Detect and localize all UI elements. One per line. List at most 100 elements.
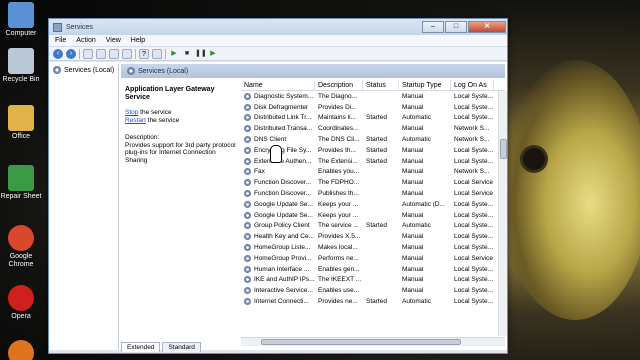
service-description-cell: Makes local... [318,244,358,252]
horizontal-scrollbar[interactable] [241,337,505,346]
help-icon[interactable]: ? [139,48,149,59]
toolbar-separator [135,48,136,59]
table-row[interactable]: Google Update Se... Keeps your ... Automat… [241,199,505,210]
refresh-icon[interactable] [109,48,119,59]
service-startup-cell: Manual [402,211,424,219]
horizontal-scroll-thumb[interactable] [261,339,461,345]
service-description-cell: Provides X.5... [318,233,361,241]
wallpaper-duck-eye [523,148,545,170]
service-startup-cell: Manual [402,179,424,187]
column-header-log-on-as[interactable]: Log On As [451,80,494,90]
service-logon-cell: Local Syste... [454,244,494,252]
minimize-button[interactable]: – [422,21,444,33]
desktop-icon-office[interactable]: Office [0,105,42,141]
service-startup-cell: Manual [402,146,424,154]
stop-service-link[interactable]: Stop [125,109,138,116]
service-startup-cell: Automatic [402,222,431,230]
console-icon[interactable] [152,48,162,59]
title-bar[interactable]: Services – □ ✕ [49,19,507,35]
service-description-cell: Provides th... [318,146,356,154]
service-startup-cell: Manual [402,254,424,262]
service-name-cell: DNS Client [241,136,315,144]
show-hide-tree-icon[interactable] [83,48,93,59]
service-name-cell: HomeGroup Provi... [241,254,315,262]
service-logon-cell: Network S... [454,168,490,176]
service-logon-cell: Local Syste... [454,265,494,273]
service-logon-cell: Local Syste... [454,92,494,100]
column-header-startup-type[interactable]: Startup Type [399,80,451,90]
gear-icon [244,244,251,252]
service-logon-cell: Local Syste... [454,287,494,295]
pane-header-title: Services (Local) [138,67,189,75]
table-row[interactable]: Human Interface ... Enables gen... Manual L… [241,264,505,275]
vertical-scroll-thumb[interactable] [500,139,507,159]
tree-item-services-local[interactable]: Services (Local) [51,64,118,76]
service-startup-cell: Manual [402,190,424,198]
column-header-name[interactable]: Name [241,80,315,90]
desktop-icon-recycle-bin[interactable]: Recycle Bin [0,48,42,84]
table-row[interactable]: Internet Connecti... Provides ne... Starte… [241,296,505,307]
desktop-icon-computer[interactable]: Computer [0,2,42,38]
tab-extended[interactable]: Extended [121,342,161,352]
stop-service-text: the service [138,109,172,116]
service-description-cell: The DNS Cli... [318,136,360,144]
column-header-description[interactable]: Description [315,80,363,90]
service-startup-cell: Manual [402,276,424,284]
gear-icon [244,276,251,284]
table-row[interactable]: HomeGroup Provi... Performs ne... Manual Lo… [241,253,505,264]
service-description-cell: Enables use... [318,287,360,295]
service-description-cell: Enables gen... [318,265,360,273]
menu-file[interactable]: File [55,37,66,44]
table-row[interactable]: Disk Defragmenter Provides Di... Manual Loc… [241,102,505,113]
tab-standard[interactable]: Standard [162,342,201,352]
table-row[interactable]: Function Discover... The FDPHO... Manual Lo… [241,177,505,188]
desktop-icon-label: Repair Sheet [0,193,42,200]
gear-icon [244,190,251,198]
table-row[interactable]: HomeGroup Liste... Makes local... Manual Lo… [241,242,505,253]
service-name-cell: Distributed Link Tr... [241,114,315,122]
back-arrow-icon[interactable]: ‹ [53,48,63,59]
restart-service-icon[interactable]: ▶ [208,49,218,59]
table-row[interactable]: Google Update Se... Keeps your ... Manual L… [241,210,505,221]
service-status-cell: Started [366,136,387,144]
export-list-icon[interactable] [122,48,132,59]
maximize-button[interactable]: □ [445,21,467,33]
table-row[interactable]: IKE and AuthIP IPs... The IKEEXT ... Manua… [241,275,505,286]
service-name-cell: Group Policy Client [241,222,315,230]
properties-icon[interactable] [96,48,106,59]
service-startup-cell: Manual [402,125,424,133]
table-row[interactable]: Distributed Transa... Coordinates... Manua… [241,123,505,134]
vertical-scrollbar[interactable] [498,91,507,336]
start-service-icon[interactable]: ▶ [169,49,179,59]
desktop-icon-repair-sheet[interactable]: Repair Sheet [0,165,42,201]
pause-service-icon[interactable]: ❚❚ [195,49,207,59]
service-name-cell: Disk Defragmenter [241,103,315,111]
table-row[interactable]: Fax Enables you... Manual Network S... [241,167,505,178]
table-row[interactable]: Group Policy Client The service ... Starte… [241,221,505,232]
table-row[interactable]: Distributed Link Tr... Maintains li... Sta… [241,113,505,124]
table-row[interactable]: DNS Client The DNS Cli... Started Automatic… [241,134,505,145]
table-row[interactable]: Function Discover... Publishes th... Manua… [241,188,505,199]
stop-service-icon[interactable]: ■ [182,49,192,59]
desktop-icon-chrome[interactable]: Google Chrome [0,225,42,269]
table-row[interactable]: Diagnostic System... The Diagno... Manual L… [241,91,505,102]
forward-arrow-icon[interactable]: › [66,48,76,59]
desktop-icon-opera[interactable]: Opera [0,285,42,321]
restart-service-link[interactable]: Restart [125,117,146,124]
table-row[interactable]: Interactive Service... Enables use... Manu… [241,285,505,296]
service-description: Provides support for 3rd party protocol … [125,141,236,164]
desktop-icon-firefox[interactable] [0,340,42,360]
service-name-cell: Distributed Transa... [241,125,315,133]
wallpaper-duck [500,60,640,320]
console-tree: Services (Local) [51,64,119,350]
service-startup-cell: Manual [402,168,424,176]
menu-help[interactable]: Help [131,37,145,44]
restart-service-text: the service [145,116,180,124]
gear-icon [244,125,251,133]
column-header-status[interactable]: Status [363,80,399,90]
close-button[interactable]: ✕ [468,21,506,33]
menu-view[interactable]: View [106,37,121,44]
table-row[interactable]: Health Key and Ce... Provides X.5... Manua… [241,231,505,242]
menu-action[interactable]: Action [76,37,95,44]
service-description-cell: Provides Di... [318,103,357,111]
